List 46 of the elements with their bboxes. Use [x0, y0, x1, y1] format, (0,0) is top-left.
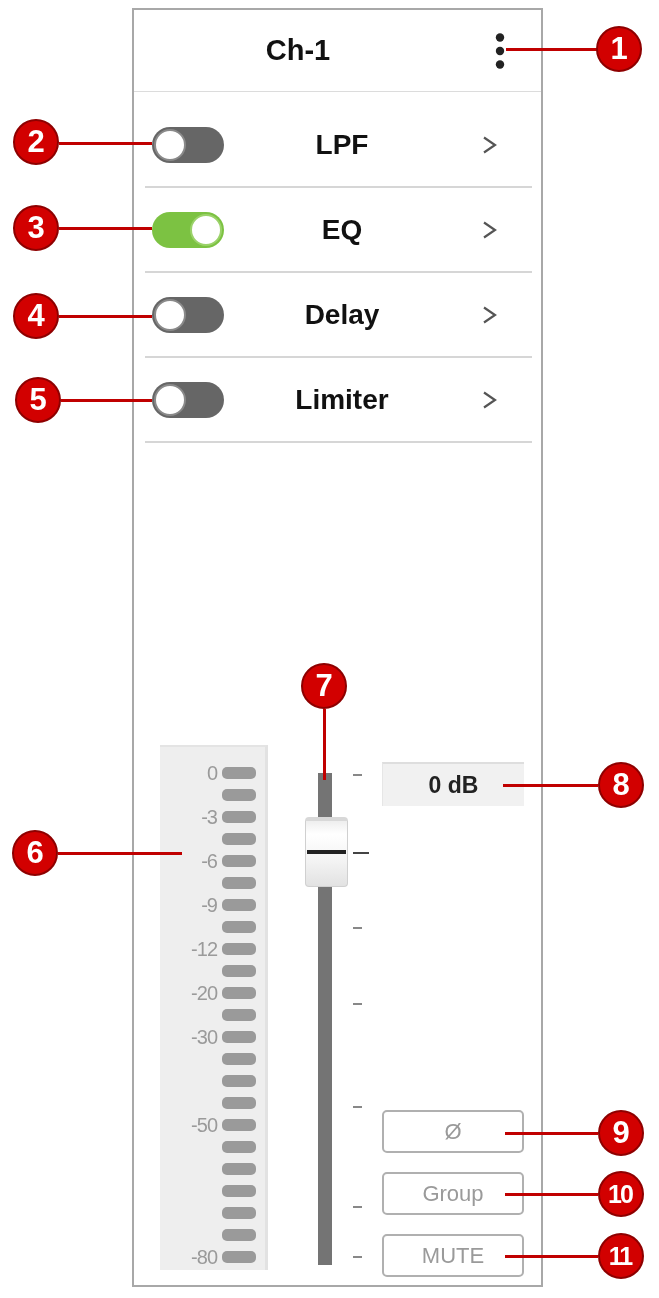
meter-scale-label: 0 — [205, 762, 217, 784]
meter-scale-label: -12 — [190, 938, 217, 960]
meter-scale-label: -20 — [190, 982, 217, 1004]
scale-tick — [353, 1205, 362, 1208]
toggle-switch[interactable] — [152, 381, 224, 418]
channel-title: Ch-1 — [264, 34, 332, 67]
meter-scale-label: -9 — [200, 894, 217, 916]
callout-number: 5 — [15, 377, 61, 423]
meter-scale-label: -6 — [200, 850, 217, 872]
effect-label: Limiter — [294, 383, 390, 416]
scale-tick — [353, 1106, 362, 1109]
more-menu-icon[interactable] — [495, 32, 505, 69]
meter-scale-label: -3 — [200, 806, 217, 828]
leader-line — [322, 709, 326, 780]
callout-number: 10 — [598, 1171, 644, 1217]
scale-tick — [353, 1256, 362, 1259]
meter-scale-label: -50 — [190, 1114, 217, 1136]
chevron-right-icon[interactable] — [482, 390, 497, 409]
effect-label: EQ — [320, 213, 364, 246]
scale-tick — [353, 773, 362, 776]
chevron-right-icon[interactable] — [482, 135, 497, 154]
callout-number: 3 — [13, 205, 59, 251]
scale-tick — [353, 1003, 362, 1006]
scale-tick — [353, 852, 369, 855]
effect-label: LPF — [314, 128, 370, 161]
gain-readout: 0 dB — [382, 762, 524, 806]
chevron-right-icon[interactable] — [482, 305, 497, 324]
callout-number: 11 — [598, 1233, 644, 1279]
effect-label: Delay — [303, 298, 381, 331]
channel-button[interactable]: MUTE — [382, 1234, 524, 1277]
scale-tick — [353, 926, 362, 929]
channel-button[interactable]: Group — [382, 1172, 524, 1215]
callout-number: 8 — [598, 762, 644, 808]
callout-number: 6 — [12, 830, 58, 876]
callout-number: 2 — [13, 119, 59, 165]
meter-scale-label: -80 — [190, 1246, 217, 1268]
fader-thumb[interactable] — [305, 816, 348, 887]
channel-button[interactable]: Ø — [382, 1110, 524, 1153]
chevron-right-icon[interactable] — [482, 220, 497, 239]
toggle-switch[interactable] — [152, 126, 224, 163]
toggle-switch[interactable] — [152, 211, 224, 248]
callout-number: 1 — [596, 26, 642, 72]
callout-number: 9 — [598, 1110, 644, 1156]
meter-scale-label: -30 — [190, 1026, 217, 1048]
toggle-switch[interactable] — [152, 296, 224, 333]
callout-number: 4 — [13, 293, 59, 339]
